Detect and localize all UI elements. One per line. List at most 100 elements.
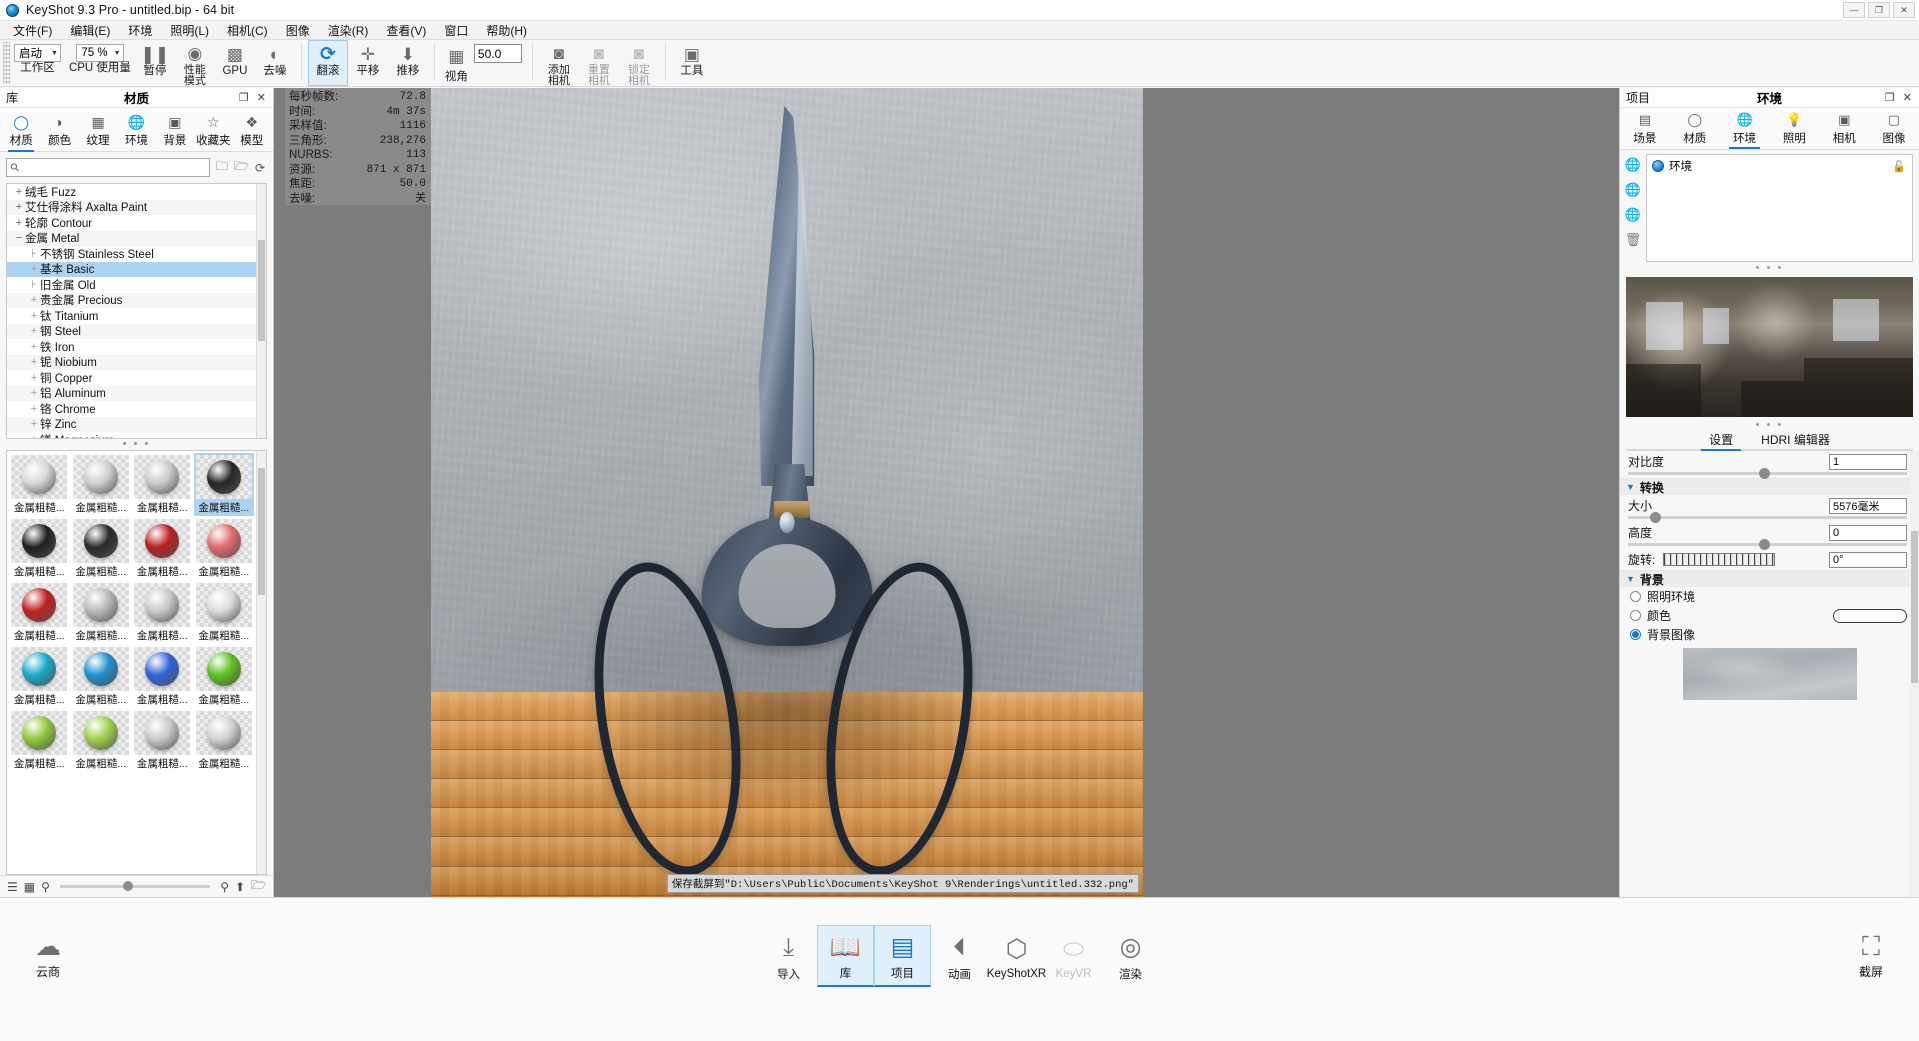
- material-thumbnail-11[interactable]: 金属粗糙...: [194, 581, 255, 644]
- tree-row-7[interactable]: + 贵金属 Precious: [7, 292, 256, 308]
- library-tab-5[interactable]: ☆ 收藏夹: [194, 108, 232, 151]
- material-thumbnail-17[interactable]: 金属粗糙...: [71, 709, 132, 772]
- tree-row-3[interactable]: − 金属 Metal: [7, 230, 256, 246]
- close-button[interactable]: ✕: [1893, 2, 1915, 18]
- performance-mode-button[interactable]: ◉ 性能 模式: [175, 40, 215, 86]
- material-thumbnail-5[interactable]: 金属粗糙...: [71, 517, 132, 580]
- settings-resize-handle[interactable]: • • •: [1620, 417, 1919, 431]
- tree-row-13[interactable]: + 铝 Aluminum: [7, 385, 256, 401]
- tree-expander-icon[interactable]: +: [28, 356, 40, 368]
- tree-expander-icon[interactable]: +: [28, 325, 40, 337]
- tree-expander-icon[interactable]: +: [28, 263, 40, 275]
- material-thumbnail-14[interactable]: 金属粗糙...: [132, 645, 193, 708]
- menu-item-1[interactable]: 编辑(E): [61, 20, 119, 41]
- material-thumbnail-16[interactable]: 金属粗糙...: [9, 709, 70, 772]
- material-thumbnail-2[interactable]: 金属粗糙...: [132, 453, 193, 516]
- dolly-tool-button[interactable]: ⬇ 推移: [388, 40, 428, 86]
- background-option-image[interactable]: 背景图像: [1620, 625, 1919, 644]
- grid-view-icon[interactable]: ▦: [24, 880, 35, 894]
- tree-expander-icon[interactable]: +: [13, 201, 25, 213]
- menu-item-6[interactable]: 渲染(R): [319, 20, 378, 41]
- gpu-button[interactable]: ▩ GPU: [215, 40, 255, 86]
- transform-section-header[interactable]: ▼ 转换: [1620, 478, 1919, 495]
- zoom-out-icon[interactable]: ⚲: [41, 880, 50, 894]
- project-tab-4[interactable]: ▣ 相机: [1819, 108, 1869, 149]
- background-color-swatch[interactable]: [1833, 608, 1907, 623]
- menu-item-7[interactable]: 查看(V): [377, 20, 435, 41]
- background-image-preview[interactable]: [1682, 648, 1857, 700]
- tree-row-10[interactable]: + 铁 Iron: [7, 339, 256, 355]
- tree-row-5[interactable]: + 基本 Basic: [7, 261, 256, 277]
- minimize-button[interactable]: —: [1843, 2, 1865, 18]
- contrast-input[interactable]: 1: [1829, 453, 1907, 470]
- tree-row-6[interactable]: ⊦ 旧金属 Old: [7, 277, 256, 293]
- tree-expander-icon[interactable]: +: [28, 403, 40, 415]
- reset-camera-button[interactable]: ◙ 重置 相机: [579, 40, 619, 86]
- radio-button[interactable]: [1630, 629, 1641, 640]
- bottom-bar-item-5[interactable]: ⬭ KeyVR: [1045, 925, 1102, 987]
- library-tab-2[interactable]: ▦ 纹理: [79, 108, 117, 151]
- tree-expander-icon[interactable]: +: [28, 294, 40, 306]
- 3d-render-canvas[interactable]: 保存截屏到"D:\Users\Public\Documents\KeyShot …: [431, 88, 1143, 897]
- menu-item-9[interactable]: 帮助(H): [477, 20, 536, 41]
- menu-item-8[interactable]: 窗口: [435, 20, 477, 41]
- add-environment-icon[interactable]: 🌐: [1625, 182, 1641, 198]
- project-panel-scrollbar[interactable]: [1910, 451, 1919, 897]
- folder-open-icon[interactable]: 🗁: [251, 876, 266, 897]
- material-thumbnail-10[interactable]: 金属粗糙...: [132, 581, 193, 644]
- material-thumbnail-4[interactable]: 金属粗糙...: [9, 517, 70, 580]
- zoom-in-icon[interactable]: ⚲: [220, 880, 229, 894]
- tree-row-14[interactable]: + 铬 Chrome: [7, 401, 256, 417]
- bottom-bar-item-1[interactable]: 📖 库: [817, 925, 874, 987]
- environment-resize-handle[interactable]: • • •: [1620, 262, 1919, 275]
- tree-expander-icon[interactable]: +: [28, 434, 40, 438]
- material-thumbnail-19[interactable]: 金属粗糙...: [194, 709, 255, 772]
- pan-tool-button[interactable]: ✛ 平移: [348, 40, 388, 86]
- background-option-lighting[interactable]: 照明环境: [1620, 587, 1919, 606]
- library-tab-6[interactable]: ❖ 模型: [233, 108, 271, 151]
- rotation-input[interactable]: 0°: [1829, 551, 1907, 568]
- bottom-bar-item-4[interactable]: ⬡ KeyShotXR: [987, 925, 1046, 987]
- project-scrollbar-thumb[interactable]: [1911, 531, 1918, 683]
- tree-scrollbar-thumb[interactable]: [258, 239, 265, 342]
- height-input[interactable]: 0: [1829, 524, 1907, 541]
- duplicate-environment-icon[interactable]: 🌐: [1625, 207, 1641, 223]
- tree-row-4[interactable]: ⊦ 不锈钢 Stainless Steel: [7, 246, 256, 262]
- tree-expander-icon[interactable]: ⊦: [28, 278, 40, 291]
- workspace-dropdown[interactable]: 启动 ▼: [14, 44, 61, 62]
- tree-row-0[interactable]: + 绒毛 Fuzz: [7, 184, 256, 200]
- material-thumbnail-0[interactable]: 金属粗糙...: [9, 453, 70, 516]
- material-thumbnail-1[interactable]: 金属粗糙...: [71, 453, 132, 516]
- download-icon[interactable]: ⬆: [235, 880, 245, 894]
- tree-expander-icon[interactable]: +: [13, 186, 25, 198]
- background-section-header[interactable]: ▼ 背景: [1620, 570, 1919, 587]
- material-thumbnail-6[interactable]: 金属粗糙...: [132, 517, 193, 580]
- fov-grid-icon[interactable]: ▦: [448, 45, 464, 67]
- project-tab-1[interactable]: ◯ 材质: [1670, 108, 1720, 149]
- hdri-environment-preview[interactable]: [1626, 277, 1913, 417]
- tree-row-15[interactable]: + 锌 Zinc: [7, 416, 256, 432]
- tumble-tool-button[interactable]: ⟳ 翻滚: [307, 40, 348, 86]
- library-tab-0[interactable]: ◯ 材质: [2, 108, 40, 152]
- tree-expander-icon[interactable]: +: [28, 418, 40, 430]
- menu-item-3[interactable]: 照明(L): [161, 20, 218, 41]
- material-thumbnail-15[interactable]: 金属粗糙...: [194, 645, 255, 708]
- background-option-color[interactable]: 颜色: [1620, 606, 1919, 625]
- tree-expander-icon[interactable]: +: [28, 341, 40, 353]
- refresh-icon[interactable]: ⟳: [253, 161, 267, 175]
- tree-row-12[interactable]: + 铜 Copper: [7, 370, 256, 386]
- search-input[interactable]: [23, 161, 205, 174]
- menu-item-2[interactable]: 环境: [119, 20, 161, 41]
- tree-expander-icon[interactable]: +: [28, 372, 40, 384]
- tree-row-9[interactable]: + 钢 Steel: [7, 323, 256, 339]
- settings-tab-0[interactable]: 设置: [1701, 431, 1742, 451]
- material-thumbnail-9[interactable]: 金属粗糙...: [71, 581, 132, 644]
- list-view-icon[interactable]: ☰: [7, 880, 18, 894]
- tree-row-2[interactable]: + 轮廓 Contour: [7, 215, 256, 231]
- project-tab-2[interactable]: 🌐 环境: [1720, 108, 1770, 149]
- material-thumbnail-8[interactable]: 金属粗糙...: [9, 581, 70, 644]
- maximize-button[interactable]: ❐: [1868, 2, 1890, 18]
- size-slider[interactable]: [1628, 512, 1907, 523]
- slider-knob[interactable]: [123, 881, 134, 891]
- cpu-usage-dropdown[interactable]: 75 % ▼: [76, 44, 124, 62]
